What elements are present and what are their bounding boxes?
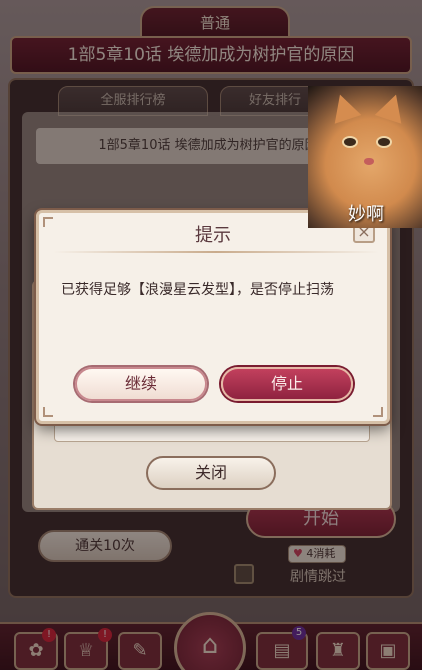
cat-eye bbox=[342, 136, 358, 148]
cat-meme-image: 妙啊 bbox=[308, 86, 422, 228]
close-button[interactable]: 关闭 bbox=[146, 456, 276, 490]
title-divider bbox=[53, 251, 379, 253]
cat-eye bbox=[376, 136, 392, 148]
cat-ear bbox=[374, 90, 410, 124]
cat-ear bbox=[326, 90, 362, 124]
dialog-message: 已获得足够【浪漫星云发型】，是否停止扫荡 bbox=[61, 282, 334, 298]
corner-ornament bbox=[373, 407, 383, 417]
prompt-dialog: 提示 × 已获得足够【浪漫星云发型】，是否停止扫荡 继续 停止 bbox=[36, 210, 390, 424]
meme-caption: 妙啊 bbox=[348, 204, 384, 225]
continue-button[interactable]: 继续 bbox=[75, 367, 207, 401]
stop-button[interactable]: 停止 bbox=[221, 367, 353, 401]
cat-nose bbox=[364, 158, 374, 165]
corner-ornament bbox=[43, 407, 53, 417]
